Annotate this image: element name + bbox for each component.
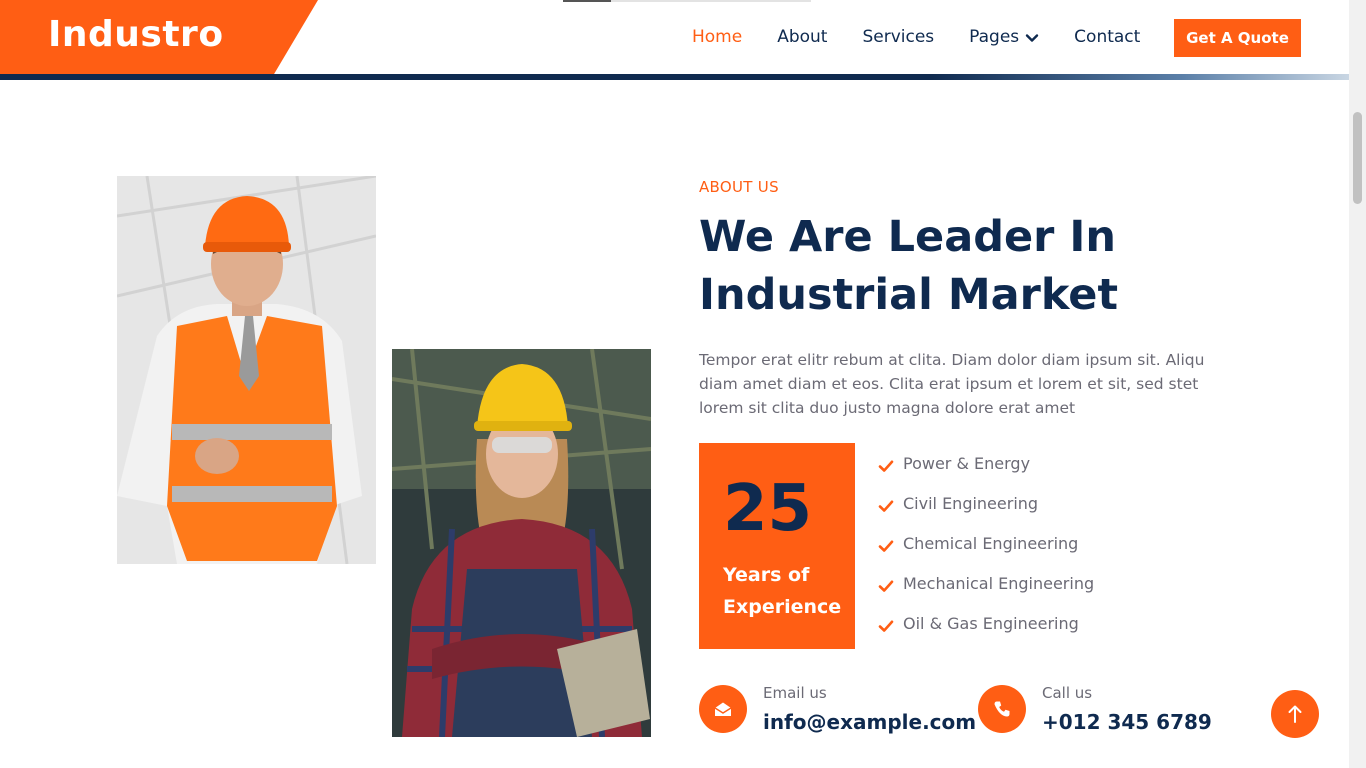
- contact-call: Call us +012 345 6789: [978, 683, 1212, 734]
- back-to-top-button[interactable]: [1271, 690, 1319, 738]
- envelope-open-icon: [699, 685, 747, 733]
- nav-item-about[interactable]: About: [777, 27, 827, 47]
- contact-email: Email us info@example.com: [699, 683, 976, 734]
- nav-item-services[interactable]: Services: [862, 27, 934, 47]
- feature-label: Power & Energy: [903, 454, 1031, 473]
- worker-photo-man: [117, 176, 376, 564]
- check-icon: [878, 540, 894, 552]
- experience-number: 25: [723, 472, 813, 546]
- section-eyebrow: ABOUT US: [699, 178, 779, 196]
- brand-logo-link[interactable]: Industro: [0, 0, 318, 75]
- contact-call-label: Call us: [1042, 684, 1093, 702]
- check-icon: [878, 580, 894, 592]
- check-icon: [878, 620, 894, 632]
- contact-call-link[interactable]: +012 345 6789: [1042, 710, 1212, 734]
- main-nav: Home About Services Pages Contact: [692, 24, 1175, 50]
- scrollbar-thumb[interactable]: [1353, 112, 1362, 204]
- nav-item-pages-label: Pages: [969, 27, 1020, 47]
- feature-label: Mechanical Engineering: [903, 574, 1095, 593]
- section-title: We Are Leader In Industrial Market: [699, 208, 1259, 324]
- feature-label: Chemical Engineering: [903, 534, 1079, 553]
- brand-name: Industro: [48, 14, 224, 55]
- feature-list: Power & Energy Civil Engineering Chemica…: [878, 454, 1094, 654]
- section-title-line-1: We Are Leader In: [699, 212, 1116, 262]
- feature-label: Civil Engineering: [903, 494, 1039, 513]
- feature-label: Oil & Gas Engineering: [903, 614, 1079, 633]
- feature-item: Civil Engineering: [878, 494, 1094, 534]
- header-divider: [0, 74, 1349, 80]
- feature-item: Power & Energy: [878, 454, 1094, 494]
- page-scrollbar[interactable]: [1349, 0, 1366, 768]
- worker-woman-illustration: [392, 349, 651, 737]
- chevron-down-icon: [1025, 34, 1039, 42]
- worker-photo-woman: [392, 349, 651, 737]
- experience-badge: 25 Years of Experience: [699, 443, 855, 649]
- phone-icon: [978, 685, 1026, 733]
- feature-item: Mechanical Engineering: [878, 574, 1094, 614]
- get-a-quote-button[interactable]: Get A Quote: [1174, 19, 1301, 57]
- feature-item: Oil & Gas Engineering: [878, 614, 1094, 654]
- nav-item-contact[interactable]: Contact: [1074, 27, 1140, 47]
- site-header: Industro Home About Services Pages Conta…: [0, 0, 1349, 80]
- nav-item-home[interactable]: Home: [692, 27, 742, 47]
- worker-man-illustration: [117, 176, 376, 564]
- nav-item-pages[interactable]: Pages: [969, 27, 1039, 47]
- contact-email-link[interactable]: info@example.com: [763, 710, 976, 734]
- check-icon: [878, 500, 894, 512]
- section-description: Tempor erat elitr rebum at clita. Diam d…: [699, 351, 1205, 417]
- section-title-line-2: Industrial Market: [699, 270, 1118, 320]
- top-progress-indicator: [563, 0, 811, 2]
- feature-item: Chemical Engineering: [878, 534, 1094, 574]
- contact-email-label: Email us: [763, 684, 827, 702]
- check-icon: [878, 460, 894, 472]
- experience-label: Years of Experience: [723, 564, 842, 618]
- arrow-up-icon: [1288, 705, 1302, 723]
